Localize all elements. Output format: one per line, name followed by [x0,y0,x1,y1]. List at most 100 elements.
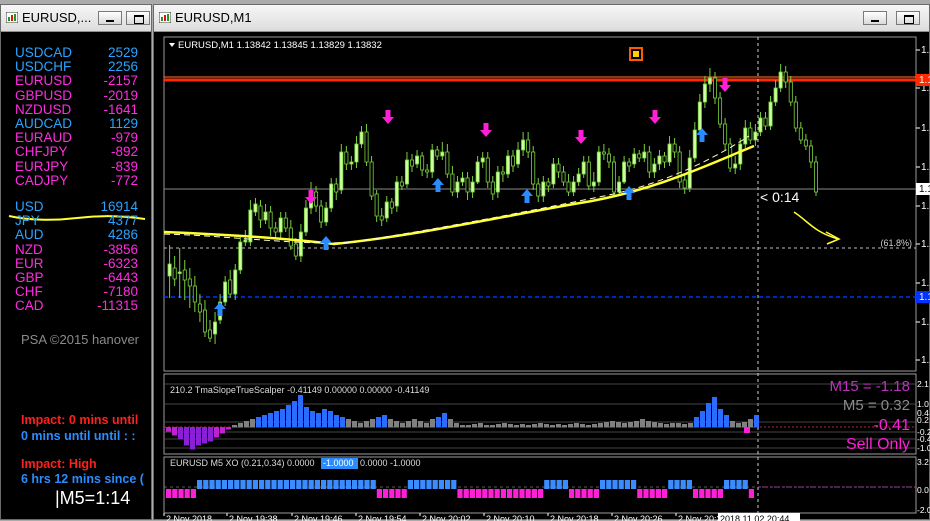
main-chart-frame [163,36,917,372]
candle-body [758,117,763,133]
xo-signal-bar [302,480,308,489]
candle-body [657,155,662,165]
xo-signal-bar [649,489,655,498]
tma-slope-bar [418,421,423,428]
tma-slope-bar [682,424,687,428]
tma-slope-bar [616,422,621,428]
fibonacci-level-label: (61.8%) [880,238,912,248]
strength-name: AUDCAD [15,116,73,131]
xo-signal-bar [525,489,531,498]
candle-body [510,155,515,167]
minimize-button[interactable] [98,11,122,25]
candle-body [409,159,414,167]
tma-slope-bar [484,425,489,428]
xo-signal-bar [581,489,587,498]
tma-slope-bar [274,411,279,428]
xo-signal-bar [463,489,469,498]
strength-value: 4286 [107,227,138,243]
strength-value: -1641 [103,101,138,117]
candle-body [415,155,420,165]
strength-value: -979 [110,130,138,146]
candle-body [566,181,571,193]
candle-body [399,181,404,187]
xo-signal-bar [308,480,314,489]
xo-signal-bar [717,489,723,498]
tma-slope-bar [598,423,603,428]
tma-slope-bar [580,424,585,428]
chart-window-title: EURUSD,M1 [175,10,252,25]
xo-signal-bar [637,489,643,498]
strength-value: -839 [110,158,138,174]
strength-name: USD [15,199,44,214]
candle-body [258,205,263,221]
strength-value: 1129 [108,116,138,131]
tma-slope-bar [196,427,201,446]
maximize-button[interactable] [126,11,150,25]
candle-body [667,143,672,163]
xo-signal-bar [277,480,283,489]
candle-body [334,183,339,193]
tma-slope-bar [706,403,711,428]
price-axis-label: 1.1 [921,355,930,366]
xo-signal-bar [494,489,500,498]
xo-signal-bar [252,480,258,489]
tma-slope-bar [514,425,519,428]
tma-slope-bar [628,422,633,428]
strength-name: CAD [15,298,44,314]
candle-body [702,83,707,103]
candle-body [808,145,813,163]
tma-slope-bar [250,419,255,428]
xo-signal-bar [184,489,190,498]
xo-signal-bar [705,489,711,498]
candle-body [601,151,606,155]
candle-body [213,321,218,335]
tma-slope-bar [556,424,561,428]
candle-body [359,131,364,145]
tma-slope-bar [208,427,213,442]
tma-slope-bar [664,424,669,428]
xo-signal-bar [290,480,296,489]
tma-slope-bar [268,413,273,428]
tma-slope-bar [652,422,657,428]
m5-slope-readout: M5 = 0.32 [843,397,910,414]
minimize-button[interactable] [863,11,887,25]
candle-body [465,177,470,193]
tma-slope-bar [724,415,729,428]
strength-name: CHFJPY [15,144,68,160]
candle-body [723,123,728,145]
xo-signal-bar [221,480,227,489]
xo-signal-bar [457,489,463,498]
tma-slope-bar [388,419,393,428]
since-countdown: 6 hrs 12 mins since ( [21,472,144,486]
strength-window-titlebar[interactable]: EURUSD,... [1,5,151,32]
xo-signal-bar [246,480,252,489]
tma-slope-bar [364,421,369,428]
candle-body [546,181,551,187]
price-chart-canvas[interactable]: 1.11.11.11.11.11.11.11.11.11.11.11.1(61.… [154,32,930,521]
indicator1-scale-label: -1.0 [917,443,930,453]
price-axis-label: 1.1 [921,201,930,212]
candle-body [707,77,712,85]
tma-slope-bar [658,423,663,428]
tma-slope-bar [744,427,750,433]
chart-window-titlebar[interactable]: EURUSD,M1 [154,5,929,32]
tma-slope-bar [340,417,345,428]
maximize-button[interactable] [896,11,920,25]
candle-body [692,129,697,159]
candle-body [324,207,329,223]
tma-slope-bar [184,427,189,446]
copyright-text: PSA ©2015 hanover [21,332,139,347]
xo-signal-bar [575,489,581,498]
xo-signal-bar [693,489,699,498]
candle-body [344,151,349,165]
tma-slope-bar [172,427,177,436]
tma-slope-bar [460,425,465,428]
tma-slope-bar [748,419,753,428]
candle-body [672,143,677,153]
candle-body [718,97,723,125]
xo-signal-bar [166,489,172,498]
tma-slope-bar [634,421,639,428]
candle-body [611,161,616,193]
xo-signal-bar [432,480,438,489]
strength-name: EURJPY [15,158,69,174]
